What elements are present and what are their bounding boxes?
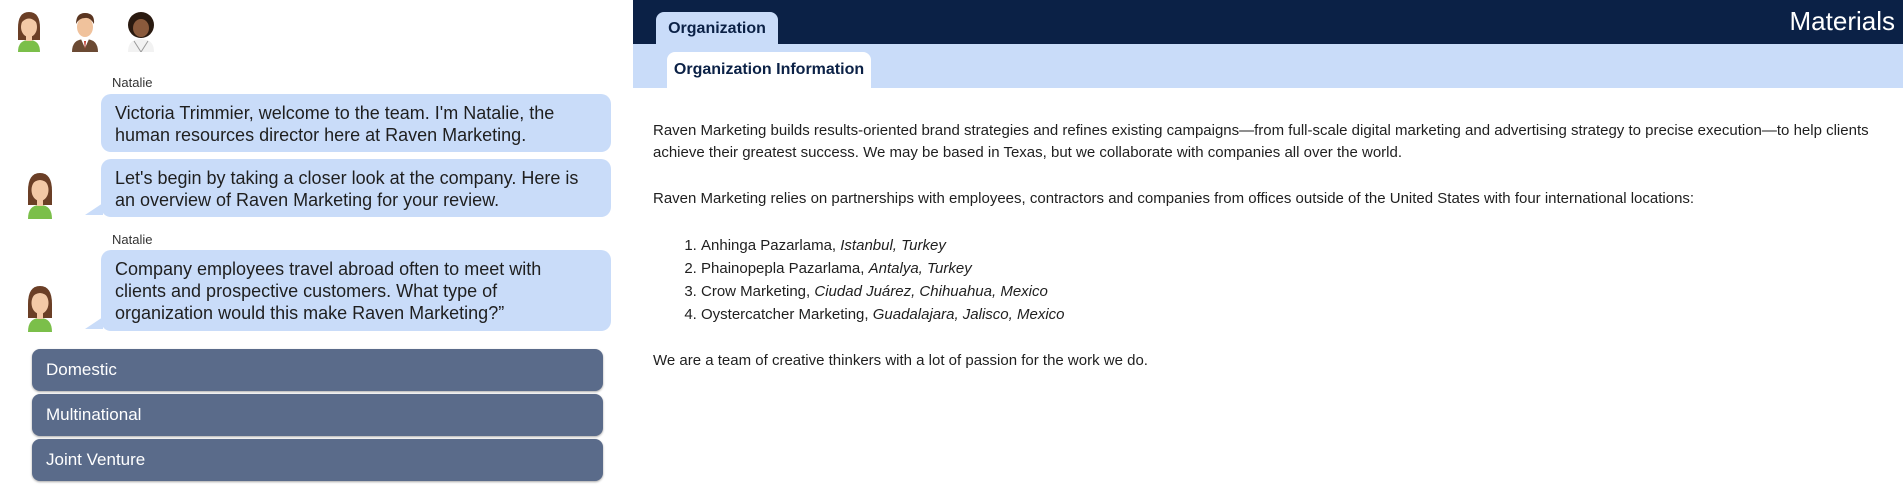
location-name: Anhinga Pazarlama, xyxy=(701,237,837,254)
avatar-natalie xyxy=(23,171,57,219)
materials-content: Raven Marketing builds results-oriented … xyxy=(653,120,1883,396)
chat-panel: Natalie Victoria Trimmier, welcome to th… xyxy=(0,0,633,502)
tab-organization-information[interactable]: Organization Information xyxy=(667,52,871,88)
avatar-man xyxy=(68,10,102,52)
location-place: Antalya, Turkey xyxy=(868,260,972,277)
choice-joint-venture[interactable]: Joint Venture xyxy=(32,439,603,481)
chat-bubble: Let's begin by taking a closer look at t… xyxy=(85,159,611,217)
sender-name: Natalie xyxy=(112,232,153,247)
locations-list: Anhinga Pazarlama, Istanbul, Turkey Phai… xyxy=(701,234,1883,326)
subtab-bar: Organization Information xyxy=(633,44,1903,88)
location-place: Istanbul, Turkey xyxy=(840,237,946,254)
chat-bubble: Company employees travel abroad often to… xyxy=(85,250,611,331)
paragraph: Raven Marketing relies on partnerships w… xyxy=(653,190,1695,207)
location-place: Ciudad Juárez, Chihuahua, Mexico xyxy=(814,283,1048,300)
location-name: Oystercatcher Marketing, xyxy=(701,306,869,323)
materials-panel: Organization Materials Organization Info… xyxy=(633,0,1903,502)
sender-name: Natalie xyxy=(112,75,153,90)
location-name: Phainopepla Pazarlama, xyxy=(701,260,865,277)
avatar-woman xyxy=(124,10,158,52)
list-item: Oystercatcher Marketing, Guadalajara, Ja… xyxy=(701,303,1883,326)
paragraph: We are a team of creative thinkers with … xyxy=(653,352,1148,369)
avatar-natalie xyxy=(12,10,46,52)
materials-title: Materials xyxy=(1789,6,1895,36)
materials-header: Organization Materials xyxy=(633,0,1903,44)
paragraph: Raven Marketing builds results-oriented … xyxy=(653,122,1869,161)
choice-domestic[interactable]: Domestic xyxy=(32,349,603,391)
list-item: Anhinga Pazarlama, Istanbul, Turkey xyxy=(701,234,1883,257)
list-item: Crow Marketing, Ciudad Juárez, Chihuahua… xyxy=(701,280,1883,303)
choice-multinational[interactable]: Multinational xyxy=(32,394,603,436)
list-item: Phainopepla Pazarlama, Antalya, Turkey xyxy=(701,257,1883,280)
chat-bubble: Victoria Trimmier, welcome to the team. … xyxy=(101,94,611,152)
location-name: Crow Marketing, xyxy=(701,283,811,300)
location-place: Guadalajara, Jalisco, Mexico xyxy=(872,306,1065,323)
tab-organization[interactable]: Organization xyxy=(656,12,778,44)
avatar-natalie xyxy=(23,284,57,332)
